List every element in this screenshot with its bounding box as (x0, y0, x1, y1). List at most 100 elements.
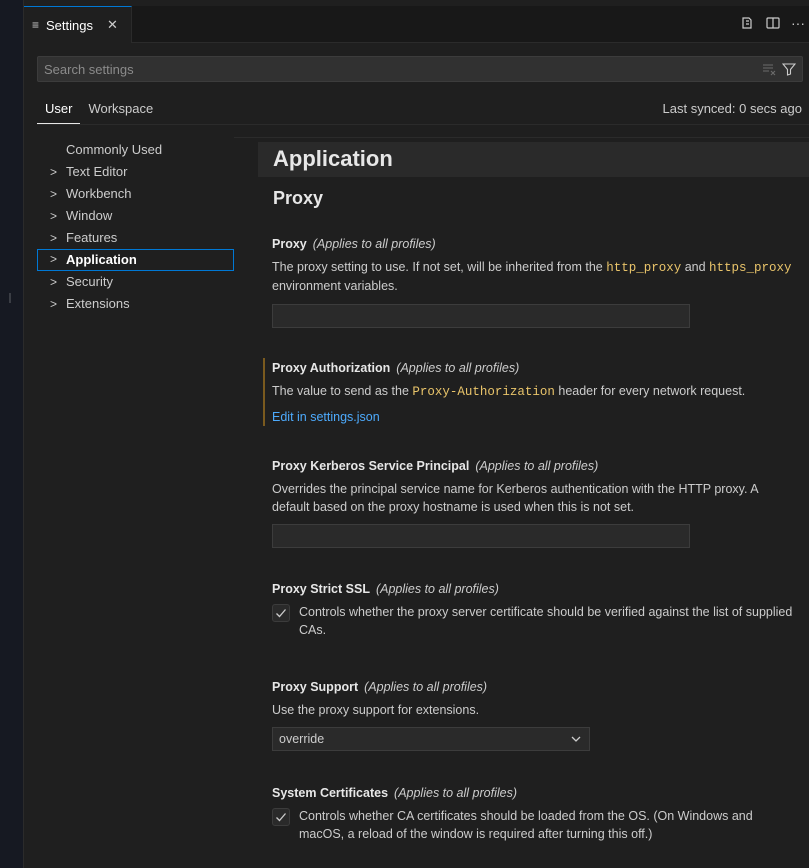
toc-item-label: Application (66, 252, 137, 267)
scope-note: (Applies to all profiles) (312, 237, 436, 251)
code-proxy-authorization: Proxy-Authorization (412, 385, 555, 399)
checkbox-row: Controls whether the proxy server certif… (272, 603, 802, 639)
clear-filter-icon[interactable] (762, 62, 776, 81)
setting-title: Proxy Strict SSL (Applies to all profiles… (272, 581, 802, 597)
code-http-proxy: http_proxy (606, 261, 682, 275)
desc-text: The proxy setting to use. If not set, wi… (272, 260, 607, 274)
more-actions-icon[interactable]: ··· (791, 16, 805, 30)
toc-item-label: Workbench (66, 186, 132, 201)
check-icon (276, 813, 286, 822)
setting-description: Use the proxy support for extensions. (272, 703, 480, 717)
chevron-right-icon: > (50, 252, 58, 266)
setting-title: System Certificates (Applies to all profi… (272, 785, 802, 801)
setting-proxy-support: Proxy Support (Applies to all profiles) U… (272, 679, 802, 751)
tab-settings[interactable]: ≡ Settings ✕ (24, 6, 132, 43)
close-icon[interactable]: ✕ (107, 17, 118, 33)
chevron-right-icon: > (50, 165, 58, 179)
edit-in-settings-json-link[interactable]: Edit in settings.json (272, 410, 802, 424)
filter-icon[interactable] (781, 62, 797, 81)
sash-handle[interactable] (9, 293, 11, 303)
desc-text: and (681, 260, 710, 274)
settings-list-icon: ≡ (32, 18, 40, 32)
strict-ssl-checkbox[interactable] (272, 604, 290, 622)
tab-title: Settings (46, 17, 93, 33)
desc-text: environment variables. (272, 279, 398, 293)
divider (37, 124, 809, 125)
subsection-title: Proxy (273, 188, 324, 208)
setting-title: Proxy Kerberos Service Principal (Applies… (272, 458, 802, 474)
scope-note: (Applies to all profiles) (375, 582, 499, 596)
scope-note: (Applies to all profiles) (394, 786, 517, 800)
scope-tabs: User Workspace (37, 98, 161, 124)
tab-workspace[interactable]: Workspace (80, 98, 161, 124)
search-actions (762, 62, 797, 81)
setting-proxy: Proxy (Applies to all profiles) The proxy… (272, 236, 802, 328)
chevron-right-icon: > (50, 275, 58, 289)
setting-name: Proxy Support (272, 680, 359, 694)
search-box (37, 56, 803, 82)
proxy-support-select[interactable]: override (272, 727, 590, 751)
settings-toc: Commonly Used > Text Editor > Workbench … (37, 139, 234, 315)
search-input[interactable] (38, 57, 802, 81)
code-https-proxy: https_proxy (709, 261, 792, 275)
section-header: Application (258, 142, 809, 177)
chevron-right-icon: > (50, 187, 58, 201)
activity-edge (0, 0, 24, 868)
checkbox-row: Controls whether CA certificates should … (272, 807, 802, 843)
setting-proxy-authorization: Proxy Authorization (Applies to all profi… (272, 360, 802, 424)
toc-item-features[interactable]: > Features (37, 227, 234, 249)
toc-item-label: Commonly Used (66, 142, 163, 157)
setting-system-certificates: System Certificates (Applies to all profi… (272, 785, 802, 843)
settings-editor: ≡ Settings ✕ ··· User Workspace (0, 0, 809, 868)
select-value: override (279, 732, 325, 746)
setting-name: System Certificates (272, 786, 389, 800)
scope-note: (Applies to all profiles) (475, 459, 599, 473)
chevron-right-icon: > (50, 231, 58, 245)
modified-indicator (263, 358, 265, 426)
scope-note: (Applies to all profiles) (364, 680, 488, 694)
chevron-down-icon (571, 736, 581, 742)
chevron-right-icon: > (50, 209, 58, 223)
page-title: Application (273, 146, 393, 171)
tab-user[interactable]: User (37, 98, 81, 124)
toc-item-label: Features (66, 230, 118, 245)
toc-item-security[interactable]: > Security (37, 271, 234, 293)
checkbox-label: Controls whether CA certificates should … (299, 809, 753, 841)
toc-item-label: Security (66, 274, 113, 289)
last-synced-status: Last synced: 0 secs ago (662, 101, 802, 116)
setting-name: Proxy Kerberos Service Principal (272, 459, 470, 473)
toc-item-label: Window (66, 208, 113, 223)
split-editor-icon[interactable] (765, 15, 781, 31)
scope-note: (Applies to all profiles) (396, 361, 520, 375)
check-icon (276, 609, 286, 618)
checkbox-label: Controls whether the proxy server certif… (299, 605, 793, 637)
toc-item-workbench[interactable]: > Workbench (37, 183, 234, 205)
toc-item-window[interactable]: > Window (37, 205, 234, 227)
open-settings-json-icon[interactable] (739, 15, 755, 31)
kerberos-input[interactable] (272, 524, 690, 548)
toc-item-application[interactable]: > Application (37, 249, 234, 271)
setting-title: Proxy (Applies to all profiles) (272, 236, 802, 252)
setting-proxy-kerberos: Proxy Kerberos Service Principal (Applies… (272, 458, 802, 548)
toc-item-extensions[interactable]: > Extensions (37, 293, 234, 315)
tab-bar: ≡ Settings ✕ ··· (24, 6, 809, 43)
setting-description: The value to send as the Proxy-Authoriza… (272, 382, 802, 401)
setting-name: Proxy Strict SSL (272, 582, 370, 596)
setting-proxy-strict-ssl: Proxy Strict SSL (Applies to all profiles… (272, 581, 802, 639)
toc-item-label: Text Editor (66, 164, 128, 179)
toc-item-text-editor[interactable]: > Text Editor (37, 161, 234, 183)
toc-item-commonly-used[interactable]: Commonly Used (37, 139, 234, 161)
desc-text: header for every network request. (554, 384, 746, 398)
system-certificates-checkbox[interactable] (272, 808, 290, 826)
chevron-right-icon: > (50, 297, 58, 311)
setting-title: Proxy Authorization (Applies to all profi… (272, 360, 802, 376)
setting-description: The proxy setting to use. If not set, wi… (272, 258, 802, 295)
desc-text: The value to send as the (272, 384, 413, 398)
setting-description: Overrides the principal service name for… (272, 482, 758, 514)
toc-item-label: Extensions (66, 296, 130, 311)
editor-actions: ··· (739, 15, 805, 31)
setting-name: Proxy Authorization (272, 361, 391, 375)
proxy-input[interactable] (272, 304, 690, 328)
setting-title: Proxy Support (Applies to all profiles) (272, 679, 802, 695)
setting-name: Proxy (272, 237, 307, 251)
